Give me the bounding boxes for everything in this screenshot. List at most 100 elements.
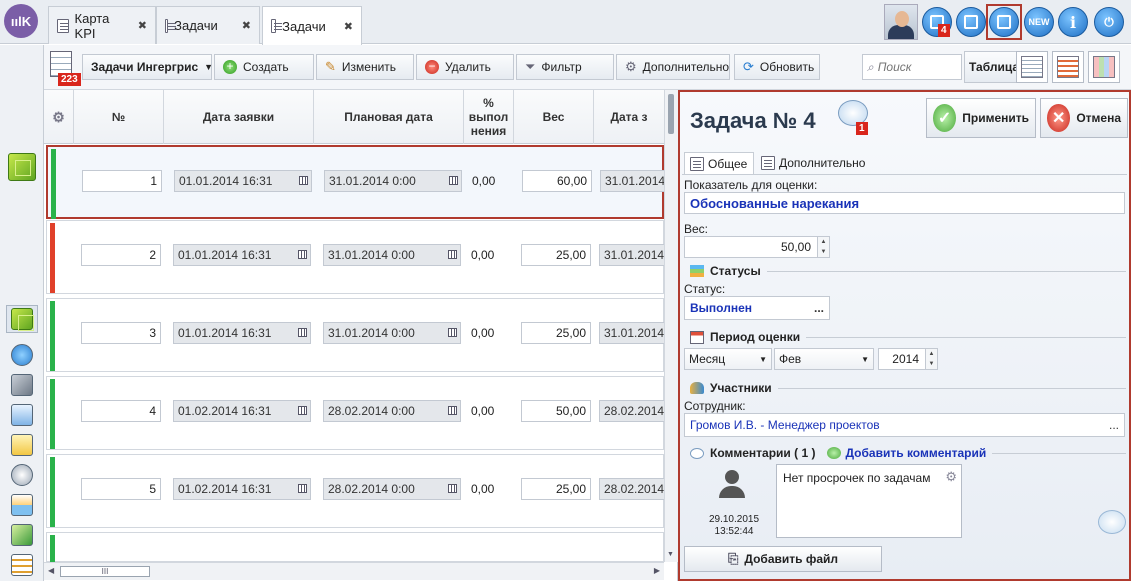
calendar-picker-icon[interactable]	[298, 328, 307, 337]
vertical-scrollbar[interactable]: ▼	[664, 90, 678, 562]
row-number-field[interactable]: 2	[81, 244, 161, 266]
scroll-right-arrow[interactable]: ▶	[654, 566, 660, 575]
stepper-arrows[interactable]: ▲ ▼	[925, 349, 937, 369]
table-row[interactable]: 2 01.01.2014 16:31 31.01.2014 0:00 0,00 25,0…	[46, 220, 665, 294]
calendar-picker-icon[interactable]	[449, 176, 458, 185]
tab-general[interactable]: Общее	[684, 152, 754, 174]
tab-tasks-2[interactable]: Задачи ✖	[262, 6, 362, 45]
period-type-select[interactable]: Месяц ▼	[684, 348, 772, 370]
table-view-button[interactable]: Таблица	[964, 51, 1020, 83]
column-header-date[interactable]: Дата з	[594, 90, 664, 144]
sidebar-item-list[interactable]	[6, 551, 38, 579]
plan-date-field[interactable]: 31.01.2014 0:00	[323, 322, 461, 344]
plan-date-field[interactable]: 28.02.2014 0:00	[323, 478, 461, 500]
calendar-picker-icon[interactable]	[448, 250, 457, 259]
kpi-cube-button[interactable]	[6, 153, 38, 181]
new-comment-bubble-icon[interactable]	[1098, 510, 1126, 534]
table-row[interactable]: 3 01.01.2014 16:31 31.01.2014 0:00 0,00 25,0…	[46, 298, 665, 372]
grid-view-button[interactable]	[954, 4, 988, 40]
period-month-select[interactable]: Фев ▼	[774, 348, 874, 370]
row-number-field[interactable]: 5	[81, 478, 161, 500]
calendar-picker-icon[interactable]	[448, 406, 457, 415]
request-date-field[interactable]: 01.01.2014 16:31	[173, 322, 311, 344]
filter-button[interactable]: ⏷ Фильтр	[516, 54, 614, 80]
sidebar-item-import[interactable]	[6, 401, 38, 429]
add-file-button[interactable]: ⎘ Добавить файл	[684, 546, 882, 572]
column-header-percent[interactable]: % выпол нения	[464, 90, 514, 144]
app-logo[interactable]: ıılK	[4, 4, 38, 38]
horizontal-scrollbar[interactable]: ◀ III ▶	[44, 562, 664, 580]
column-header-num[interactable]: №	[74, 90, 164, 144]
sidebar-item-documents[interactable]	[6, 431, 38, 459]
sidebar-item-reports[interactable]	[6, 491, 38, 519]
calendar-picker-icon[interactable]	[298, 484, 307, 493]
date-field[interactable]: 31.01.2014	[599, 244, 665, 266]
scroll-down-arrow[interactable]: ▼	[667, 551, 674, 558]
weight-field[interactable]: 60,00	[522, 170, 592, 192]
calendar-picker-icon[interactable]	[298, 250, 307, 259]
status-picker-button[interactable]: ...	[814, 301, 824, 315]
weight-stepper[interactable]: 50,00 ▲ ▼	[684, 236, 830, 258]
sidebar-item-dashboard[interactable]	[6, 461, 38, 489]
tile-view-button[interactable]	[1088, 51, 1120, 83]
comment-settings-gear-icon[interactable]: ⚙	[945, 469, 957, 485]
calendar-picker-icon[interactable]	[448, 328, 457, 337]
calendar-picker-icon[interactable]	[448, 484, 457, 493]
indicator-field[interactable]: Обоснованные нарекания	[684, 192, 1125, 214]
table-row[interactable]: 4 01.02.2014 16:31 28.02.2014 0:00 0,00 50,0…	[46, 376, 665, 450]
sidebar-item-tasks[interactable]	[6, 305, 38, 333]
gantt-view-button[interactable]	[1052, 51, 1084, 83]
table-row[interactable]: 1 01.01.2014 16:31 31.01.2014 0:00 0,00 60,0…	[46, 145, 666, 219]
notifications-button[interactable]: 4	[920, 4, 954, 40]
request-date-field[interactable]: 01.02.2014 16:31	[173, 478, 311, 500]
request-date-field[interactable]: 01.01.2014 16:31	[173, 244, 311, 266]
edit-button[interactable]: ✎ Изменить	[316, 54, 414, 80]
employee-picker-button[interactable]: ...	[1109, 418, 1119, 432]
tasks-view-button[interactable]	[986, 4, 1022, 40]
apply-button[interactable]: ✓ Применить	[926, 98, 1036, 138]
row-number-field[interactable]: 3	[81, 322, 161, 344]
power-button[interactable]: ⏻	[1092, 4, 1126, 40]
calendar-picker-icon[interactable]	[299, 176, 308, 185]
list-view-button[interactable]	[1016, 51, 1048, 83]
row-number-field[interactable]: 1	[82, 170, 162, 192]
column-settings-button[interactable]: ⚙	[44, 90, 74, 144]
extra-button[interactable]: ⚙ Дополнительно	[616, 54, 730, 80]
create-button[interactable]: + Создать	[214, 54, 314, 80]
period-year-stepper[interactable]: 2014 ▲ ▼	[878, 348, 938, 370]
search-box[interactable]: ⌕	[862, 54, 962, 80]
weight-field[interactable]: 25,00	[521, 244, 591, 266]
table-row[interactable]: 5 01.02.2014 16:31 28.02.2014 0:00 0,00 25,0…	[46, 454, 665, 528]
calendar-picker-icon[interactable]	[298, 406, 307, 415]
task-list-button[interactable]: 223	[48, 51, 81, 86]
close-icon[interactable]: ✖	[344, 20, 353, 33]
table-row[interactable]	[46, 532, 664, 563]
column-header-plan-date[interactable]: Плановая дата	[314, 90, 464, 144]
status-field[interactable]: Выполнен ...	[684, 296, 830, 320]
plan-date-field[interactable]: 31.01.2014 0:00	[324, 170, 462, 192]
column-header-weight[interactable]: Вес	[514, 90, 594, 144]
column-header-request-date[interactable]: Дата заявки	[164, 90, 314, 144]
weight-field[interactable]: 50,00	[521, 400, 591, 422]
vertical-scroll-thumb[interactable]	[668, 94, 674, 134]
weight-field[interactable]: 25,00	[521, 478, 591, 500]
horizontal-scroll-thumb[interactable]: III	[60, 566, 150, 577]
date-field[interactable]: 31.01.2014	[599, 322, 665, 344]
info-button[interactable]: i	[1056, 4, 1090, 40]
employee-field[interactable]: Громов И.В. - Менеджер проектов ...	[684, 413, 1125, 437]
tab-kpi-map[interactable]: Карта KPI ✖	[48, 6, 156, 44]
close-icon[interactable]: ✖	[138, 19, 147, 32]
search-input[interactable]	[877, 60, 948, 74]
news-button[interactable]: NEW	[1022, 4, 1056, 40]
row-number-field[interactable]: 4	[81, 400, 161, 422]
date-field[interactable]: 28.02.2014	[599, 478, 665, 500]
plan-date-field[interactable]: 28.02.2014 0:00	[323, 400, 461, 422]
close-icon[interactable]: ✖	[242, 19, 251, 32]
sidebar-item-settings[interactable]	[6, 341, 38, 369]
stepper-arrows[interactable]: ▲ ▼	[817, 237, 829, 257]
date-field[interactable]: 28.02.2014	[599, 400, 665, 422]
plan-date-field[interactable]: 31.01.2014 0:00	[323, 244, 461, 266]
request-date-field[interactable]: 01.01.2014 16:31	[174, 170, 312, 192]
scroll-left-arrow[interactable]: ◀	[48, 566, 54, 575]
request-date-field[interactable]: 01.02.2014 16:31	[173, 400, 311, 422]
